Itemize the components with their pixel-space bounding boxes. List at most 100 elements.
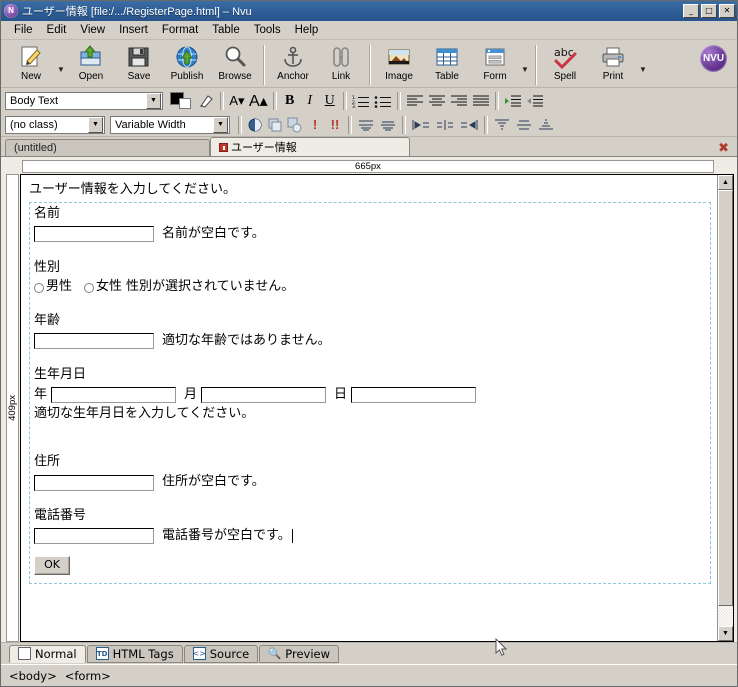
vertical-ruler: 409px [4,174,20,642]
new-dropdown-arrow-icon[interactable]: ▼ [55,65,67,74]
increase-font-size-button[interactable]: A▴ [247,91,270,111]
menu-insert[interactable]: Insert [112,22,155,38]
table-bottom-icon[interactable] [535,115,557,135]
maximize-button[interactable]: □ [701,4,717,18]
paste-style-icon[interactable] [285,115,305,135]
toolbar-anchor-button[interactable]: Anchor [269,43,317,82]
window-controls: _ □ ✕ [683,4,735,18]
menu-help[interactable]: Help [288,22,326,38]
menu-edit[interactable]: Edit [40,22,74,38]
background-color-chip[interactable] [179,97,191,109]
outdent-icon[interactable] [524,91,546,111]
toolbar-new-button[interactable]: New [7,43,55,82]
align-center-icon[interactable] [426,91,448,111]
field-label-address: 住所 [34,454,61,470]
age-input[interactable] [34,333,154,350]
toolbar-publish-button[interactable]: Publish [163,43,211,82]
align-cells-right-icon[interactable] [457,115,481,135]
italic-button[interactable]: I [300,91,320,111]
toolbar-spell-button[interactable]: abc Spell [541,43,589,82]
toolbar-link-button[interactable]: Link [317,43,365,82]
birthdate-day-input[interactable] [351,387,477,404]
table-top-icon[interactable] [491,115,513,135]
age-error-message: 適切な年齢ではありません。 [162,333,331,349]
field-label-age: 年齢 [34,313,61,329]
document-tab-untitled[interactable]: (untitled) [5,139,210,156]
toolbar-print-button[interactable]: Print [589,43,637,82]
menu-file[interactable]: File [7,22,40,38]
numbered-list-icon[interactable]: 1. 2. 3. [350,91,372,111]
align-right-icon[interactable] [448,91,470,111]
document-tab-bar: (untitled) ユーザー情報 ✖ [1,137,737,156]
split-rows-icon[interactable] [377,115,399,135]
css-rule-icon[interactable] [245,115,265,135]
scrollbar-thumb[interactable] [718,190,733,606]
toolbar-open-button[interactable]: Open [67,43,115,82]
phone-input[interactable] [34,528,154,545]
width-chevron-down-icon[interactable]: ▼ [213,116,228,133]
toolbar-form-button[interactable]: Form [471,43,519,82]
chevron-down-icon[interactable]: ▼ [146,92,161,109]
toolbar-browse-button[interactable]: Browse [211,43,259,82]
scroll-down-button[interactable]: ▼ [718,626,733,641]
scroll-up-button[interactable]: ▲ [718,175,733,190]
decrease-font-size-button[interactable]: A▾ [227,91,247,111]
css-separator [238,115,242,134]
document-tab-user-info[interactable]: ユーザー情報 [210,137,410,156]
scrollbar-trough-bottom[interactable] [718,606,733,626]
underline-button[interactable]: U [320,91,340,111]
minimize-button[interactable]: _ [683,4,699,18]
gender-radio-female[interactable] [84,282,95,293]
align-left-icon[interactable] [404,91,426,111]
highlighter-icon[interactable] [196,91,217,111]
vertical-scrollbar[interactable]: ▲ ▼ [717,175,733,641]
menu-edit-label: Edit [46,24,67,36]
menu-view[interactable]: View [73,22,112,38]
toolbar-form-label: Form [483,71,507,82]
name-input[interactable] [34,226,154,243]
class-select[interactable]: (no class) ▼ [5,115,105,134]
close-button[interactable]: ✕ [719,4,735,18]
text-color-swatch[interactable] [170,91,194,111]
status-path-form[interactable]: <form> [65,669,111,683]
form-dropdown-arrow-icon[interactable]: ▼ [519,65,531,74]
toolbar-image-button[interactable]: Image [375,43,423,82]
status-path-body[interactable]: <body> [9,669,57,683]
print-dropdown-arrow-icon[interactable]: ▼ [637,65,649,74]
indent-icon[interactable] [502,91,524,111]
view-tab-html-tags[interactable]: TD HTML Tags [86,644,183,663]
toolbar-save-button[interactable]: Save [115,43,163,82]
address-input[interactable] [34,474,154,491]
gender-radio-male[interactable] [34,282,44,293]
paragraph-style-select[interactable]: Body Text ▼ [5,91,163,110]
class-select-value: (no class) [10,118,58,131]
double-important-icon[interactable]: !! [325,115,345,135]
align-cells-center-icon[interactable] [433,115,457,135]
view-tab-source[interactable]: <> Source [183,644,259,663]
nvu-brand-logo-icon[interactable]: NVU [700,45,727,72]
menu-tools[interactable]: Tools [247,22,288,38]
birthdate-year-input[interactable] [51,387,177,404]
view-tab-normal[interactable]: Normal [9,644,86,663]
submit-button[interactable]: OK [34,555,70,575]
menu-format[interactable]: Format [155,22,205,38]
birthdate-month-input[interactable] [201,387,327,404]
bold-button[interactable]: B [280,91,300,111]
merge-rows-icon[interactable] [355,115,377,135]
toolbar-table-button[interactable]: Table [423,43,471,82]
css-separator-4 [484,115,488,134]
copy-style-icon[interactable] [265,115,285,135]
table-middle-icon[interactable] [513,115,535,135]
class-chevron-down-icon[interactable]: ▼ [88,116,103,133]
document-canvas[interactable]: ユーザー情報を入力してください。 名前 名前が空白です。 性別 男性 女性 性別… [21,175,717,641]
align-justify-icon[interactable] [470,91,492,111]
menu-table[interactable]: Table [205,22,247,38]
bulleted-list-icon[interactable] [372,91,394,111]
view-tab-preview[interactable]: 🔍 Preview [259,644,339,663]
close-tab-icon[interactable]: ✖ [718,142,729,155]
scrollbar-track[interactable] [718,190,733,626]
align-cells-left-icon[interactable] [409,115,433,135]
important-icon[interactable]: ! [305,115,325,135]
width-select[interactable]: Variable Width ▼ [110,115,230,134]
